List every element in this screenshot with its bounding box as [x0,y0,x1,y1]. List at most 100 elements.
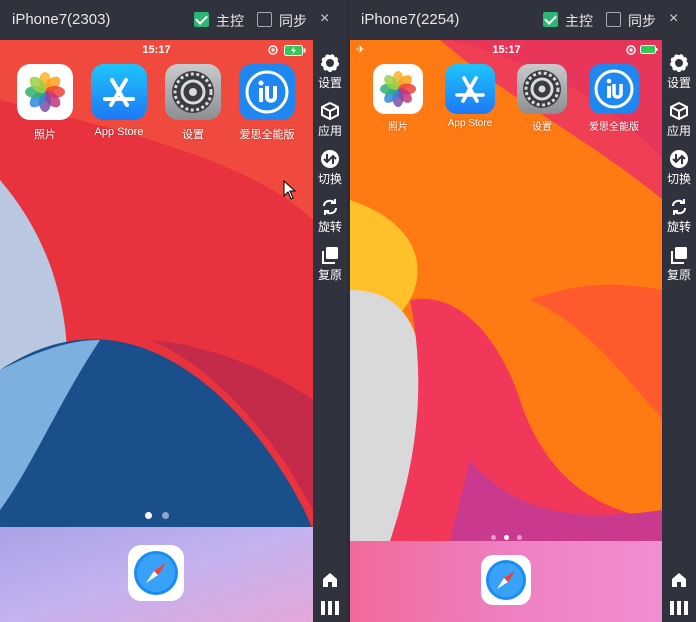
status-bar: 15:17 [0,40,313,60]
master-control-checkbox[interactable] [543,12,558,27]
restore-tool-button[interactable]: 复原 [662,245,696,283]
menu-icon [670,601,688,615]
safari-icon[interactable] [481,555,531,605]
page-dot [491,535,496,540]
page-dot [517,535,522,540]
menu-icon [321,601,339,615]
tool-label: 设置 [317,76,342,90]
app-label: 爱思全能版 [239,129,295,141]
app-settings[interactable]: 设置 [512,64,572,133]
settings-gear-icon [165,64,221,120]
device-titlebar: iPhone7(2254) 主控 同步 × [349,0,696,40]
app-app-store[interactable]: App Store [89,64,149,138]
tool-label: 应用 [317,124,342,138]
page-dot [144,512,152,519]
tool-label: 设置 [666,76,691,90]
app-label: 爱思全能版 [589,122,639,133]
device-screen[interactable]: 15:17 照片 App Store 设置 爱思全能版 [0,40,313,622]
switch-tool-button[interactable]: 切换 [662,149,696,187]
app-settings[interactable]: 设置 [163,64,223,142]
tool-label: 旋转 [666,220,691,234]
home-button[interactable] [662,572,696,588]
i4-logo-icon [239,64,295,120]
rotate-tool-button[interactable]: 旋转 [313,197,347,235]
photos-icon [17,64,73,120]
side-toolbar: 设置 应用 切换 旋转 复原 [313,40,347,622]
menu-button[interactable] [313,601,347,615]
home-icon [672,573,686,587]
app-label: 照片 [34,129,56,141]
settings-tool-button[interactable]: 设置 [313,53,347,91]
app-label: 设置 [182,129,204,141]
settings-tool-button[interactable]: 设置 [662,53,696,91]
battery-icon [284,45,306,56]
master-control-checkbox[interactable] [194,12,209,27]
close-button[interactable]: × [669,10,678,28]
safari-icon[interactable] [128,545,184,601]
master-control-label: 主控 [216,13,244,29]
tool-label: 切换 [666,172,691,186]
menu-button[interactable] [662,601,696,615]
app-photos[interactable]: 照片 [15,64,75,142]
tool-label: 应用 [666,124,691,138]
apps-tool-button[interactable]: 应用 [662,101,696,139]
device-title: iPhone7(2303) [12,11,111,28]
sync-checkbox[interactable] [257,12,272,27]
side-toolbar: 设置 应用 切换 旋转 复原 [662,40,696,622]
app-store-icon [445,64,495,114]
dock [350,541,663,622]
sync-checkbox[interactable] [606,12,621,27]
app-photos[interactable]: 照片 [368,64,428,133]
app-i4-tools[interactable]: 爱思全能版 [237,64,297,142]
copy-icon [322,247,338,264]
app-i4-tools[interactable]: 爱思全能版 [584,64,644,133]
app-app-store[interactable]: App Store [440,64,500,129]
settings-gear-icon [517,64,567,114]
sync-label: 同步 [279,13,307,29]
tool-label: 复原 [666,268,691,282]
gear-icon [321,54,339,72]
app-label: 照片 [388,122,408,133]
lock-rotation-icon [626,45,636,55]
lock-rotation-icon [268,45,278,55]
rotate-icon [672,199,686,215]
swap-icon [670,150,688,168]
status-bar: ✈ 15:17 [350,40,663,60]
rotate-icon [323,199,337,215]
copy-icon [671,247,687,264]
sync-label: 同步 [628,13,656,29]
app-label: App Store [94,126,144,138]
apps-tool-button[interactable]: 应用 [313,101,347,139]
device-titlebar: iPhone7(2303) 主控 同步 × [0,0,347,40]
photos-icon [373,64,423,114]
dock [0,527,313,622]
page-dot [161,512,169,519]
i4-logo-icon [589,64,639,114]
mouse-cursor-icon [283,180,297,200]
master-control-label: 主控 [565,13,593,29]
home-button[interactable] [313,572,347,588]
home-icon [323,573,337,587]
swap-icon [321,150,339,168]
device-panel-left: iPhone7(2303) 主控 同步 × 15:17 照片 App Store… [0,0,347,622]
tool-label: 复原 [317,268,342,282]
tool-label: 旋转 [317,220,342,234]
device-screen[interactable]: ✈ 15:17 照片 App Store 设置 爱思全能版 [350,40,663,622]
page-indicator[interactable] [0,506,313,524]
gear-icon [670,54,688,72]
app-store-icon [91,64,147,120]
switch-tool-button[interactable]: 切换 [313,149,347,187]
page-dot [504,535,509,540]
device-title: iPhone7(2254) [361,11,460,28]
box-icon [321,101,339,121]
tool-label: 切换 [317,172,342,186]
device-panel-right: iPhone7(2254) 主控 同步 × ✈ 15:17 照片 App Sto… [349,0,696,622]
app-label: App Store [447,118,493,129]
app-label: 设置 [532,122,552,133]
rotate-tool-button[interactable]: 旋转 [662,197,696,235]
close-button[interactable]: × [320,10,329,28]
battery-icon [640,45,658,54]
box-icon [670,101,688,121]
restore-tool-button[interactable]: 复原 [313,245,347,283]
status-time: 15:17 [492,44,521,56]
